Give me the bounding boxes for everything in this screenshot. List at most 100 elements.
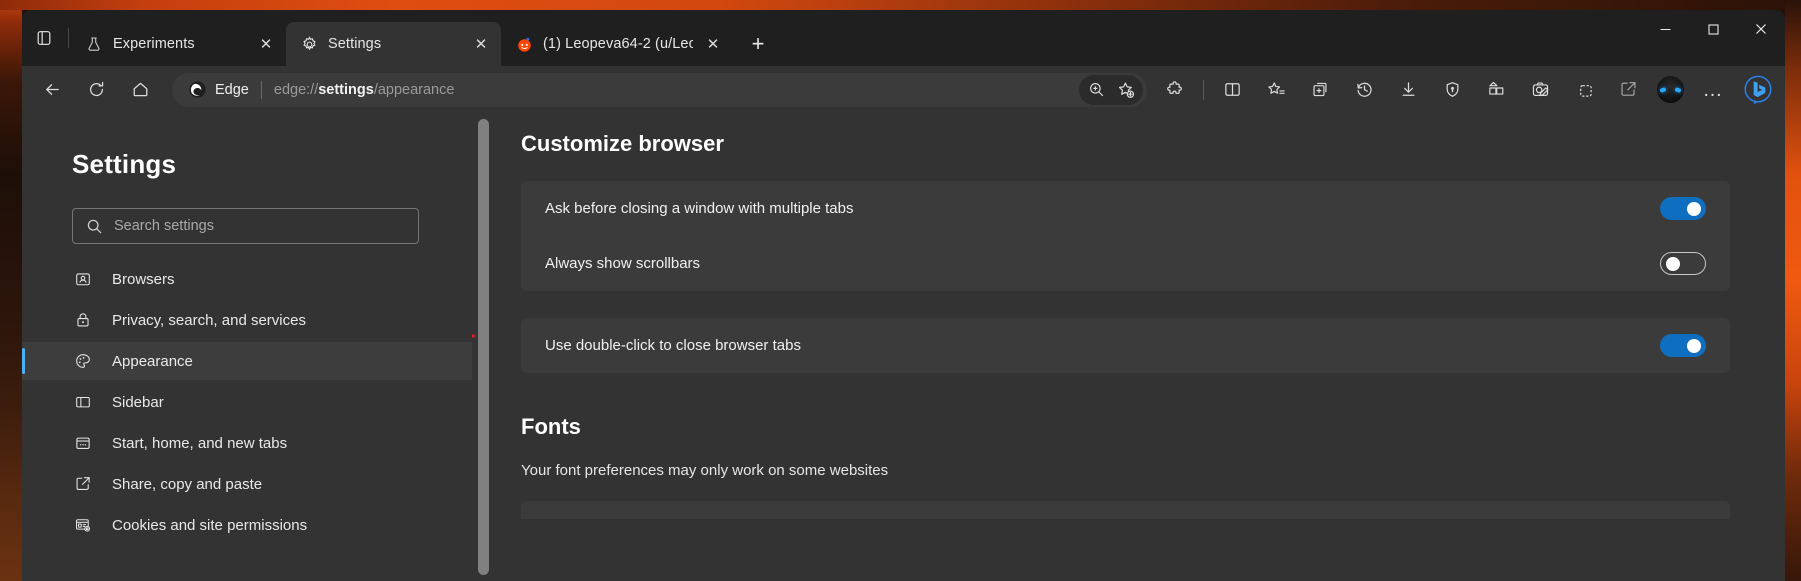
extensions-puzzle-icon[interactable] <box>1157 72 1193 108</box>
profile-card-icon <box>72 268 94 290</box>
apps-grid-icon[interactable] <box>1478 72 1514 108</box>
zoom-in-icon[interactable] <box>1081 75 1111 105</box>
start-home-icon <box>72 432 94 454</box>
close-button[interactable] <box>1737 10 1785 48</box>
settings-content: Customize browser Ask before closing a w… <box>472 113 1785 581</box>
profile-avatar[interactable] <box>1657 76 1684 103</box>
sidebar-item-privacy-search-services[interactable]: Privacy, search, and services <box>22 301 472 339</box>
more-options-icon[interactable]: … <box>1695 72 1731 108</box>
url-bold: settings <box>318 81 374 98</box>
omnibox-brand-label: Edge <box>215 81 249 98</box>
lock-icon <box>72 309 94 331</box>
share-arrow-icon <box>72 473 94 495</box>
page-title: Settings <box>72 149 177 179</box>
settings-sidebar: Settings Search settings Browsers Privac… <box>22 113 498 581</box>
ellipsis-glyph: … <box>1702 78 1724 101</box>
edge-logo-icon <box>186 79 208 101</box>
sidebar-item-label: Browsers <box>112 270 175 288</box>
fonts-subtext: Your font preferences may only work on s… <box>521 462 889 479</box>
tab-close-icon[interactable]: ✕ <box>252 30 280 58</box>
tab-title: Settings <box>328 36 382 52</box>
gear-icon <box>300 35 318 53</box>
tabstrip-drag-area <box>777 10 1641 66</box>
refresh-icon[interactable] <box>78 72 114 108</box>
search-settings-box[interactable] <box>72 208 419 244</box>
setting-label: Ask before closing a window with multipl… <box>545 200 854 217</box>
downloads-icon[interactable] <box>1390 72 1426 108</box>
url-prefix: edge:// <box>273 81 319 98</box>
address-bar[interactable]: Edge edge://settings/appearance <box>172 72 1147 107</box>
sidebar-panel-icon <box>72 391 94 413</box>
url-suffix: /appearance <box>373 81 455 98</box>
reddit-icon <box>515 35 533 53</box>
omnibox-url[interactable]: edge://settings/appearance <box>274 82 1079 98</box>
maximize-button[interactable] <box>1689 10 1737 48</box>
setting-row-ask-before-closing: Ask before closing a window with multipl… <box>545 181 1706 236</box>
home-icon[interactable] <box>122 72 158 108</box>
omnibox-action-pill <box>1079 74 1143 105</box>
toggle-knob <box>1687 338 1701 353</box>
sidebar-item-start-home-new-tabs[interactable]: Start, home, and new tabs <box>22 424 472 462</box>
settings-nav-list: Browsers Privacy, search, and services A… <box>22 260 472 544</box>
flask-icon <box>85 35 103 53</box>
tab-title: (1) Leopeva64-2 (u/Leopeva64-2 <box>543 36 693 52</box>
toggle-ask-before-closing[interactable] <box>1660 197 1706 220</box>
split-screen-icon[interactable] <box>1214 72 1250 108</box>
setting-row-double-click-close-tabs: Use double-click to close browser tabs <box>545 318 1706 373</box>
browser-essentials-shield-icon[interactable] <box>1434 72 1470 108</box>
sidebar-item-share-copy-paste[interactable]: Share, copy and paste <box>22 465 472 503</box>
wallpaper-right-strip <box>1785 0 1801 581</box>
toggle-always-show-scrollbars[interactable] <box>1660 252 1706 275</box>
omnibox-separator <box>260 80 262 99</box>
sidebar-item-label: Sidebar <box>112 393 164 411</box>
customize-browser-heading: Customize browser <box>521 131 724 156</box>
minimize-button[interactable] <box>1641 10 1689 48</box>
palette-icon <box>72 350 94 372</box>
tab-close-icon[interactable]: ✕ <box>699 30 727 58</box>
collections-icon[interactable] <box>1302 72 1338 108</box>
fonts-heading: Fonts <box>521 414 581 439</box>
share-icon[interactable] <box>1610 72 1646 108</box>
toolbar-divider <box>1203 79 1204 100</box>
search-input[interactable] <box>114 218 408 234</box>
customize-browser-card: Ask before closing a window with multipl… <box>521 181 1730 291</box>
sidebar-item-cookies-site-permissions[interactable]: Cookies and site permissions <box>22 506 472 544</box>
tab-title: Experiments <box>113 36 195 52</box>
setting-label: Always show scrollbars <box>545 255 701 272</box>
sidebar-item-label: Appearance <box>112 352 193 370</box>
history-icon[interactable] <box>1346 72 1382 108</box>
tab-actions-sidebar-icon[interactable] <box>22 10 66 66</box>
sidebar-item-label: Start, home, and new tabs <box>112 434 288 452</box>
sidebar-item-label: Privacy, search, and services <box>112 311 306 329</box>
setting-label: Use double-click to close browser tabs <box>545 337 801 354</box>
sidebar-item-sidebar[interactable]: Sidebar <box>22 383 472 421</box>
cookies-permissions-icon <box>72 514 94 536</box>
screenshot-edit-icon[interactable] <box>1522 72 1558 108</box>
add-favorite-star-icon[interactable] <box>1111 75 1141 105</box>
sidebar-item-appearance[interactable]: Appearance <box>22 342 472 380</box>
tab-list: Experiments ✕ Settings ✕ (1) Leopeva64-2… <box>71 10 777 66</box>
drop-copilot-icon[interactable] <box>1566 72 1602 108</box>
tabstrip-divider <box>68 28 69 48</box>
tab-reddit-leopeva64[interactable]: (1) Leopeva64-2 (u/Leopeva64-2 ✕ <box>501 22 733 66</box>
new-tab-button[interactable]: + <box>739 25 777 63</box>
browser-toolbar: Edge edge://settings/appearance … <box>22 66 1785 113</box>
setting-row-always-show-scrollbars: Always show scrollbars <box>545 236 1706 291</box>
search-icon <box>83 218 105 235</box>
sidebar-item-browsers[interactable]: Browsers <box>22 260 472 298</box>
double-click-close-card: Use double-click to close browser tabs <box>521 318 1730 373</box>
sidebar-item-label: Cookies and site permissions <box>112 516 308 534</box>
settings-page: Settings Search settings Browsers Privac… <box>22 113 1785 581</box>
back-arrow-icon[interactable] <box>34 72 70 108</box>
wallpaper-top-strip <box>0 0 1801 10</box>
tab-close-icon[interactable]: ✕ <box>467 30 495 58</box>
toggle-double-click-close-tabs[interactable] <box>1660 334 1706 357</box>
wallpaper-left-strip <box>0 0 22 581</box>
tab-strip: Experiments ✕ Settings ✕ (1) Leopeva64-2… <box>22 10 1785 66</box>
omnibox-actions <box>1079 74 1143 105</box>
bing-copilot-icon[interactable] <box>1741 73 1775 107</box>
tab-settings[interactable]: Settings ✕ <box>286 22 501 66</box>
favorites-star-list-icon[interactable] <box>1258 72 1294 108</box>
sidebar-item-label: Share, copy and paste <box>112 475 263 493</box>
tab-experiments[interactable]: Experiments ✕ <box>71 22 286 66</box>
